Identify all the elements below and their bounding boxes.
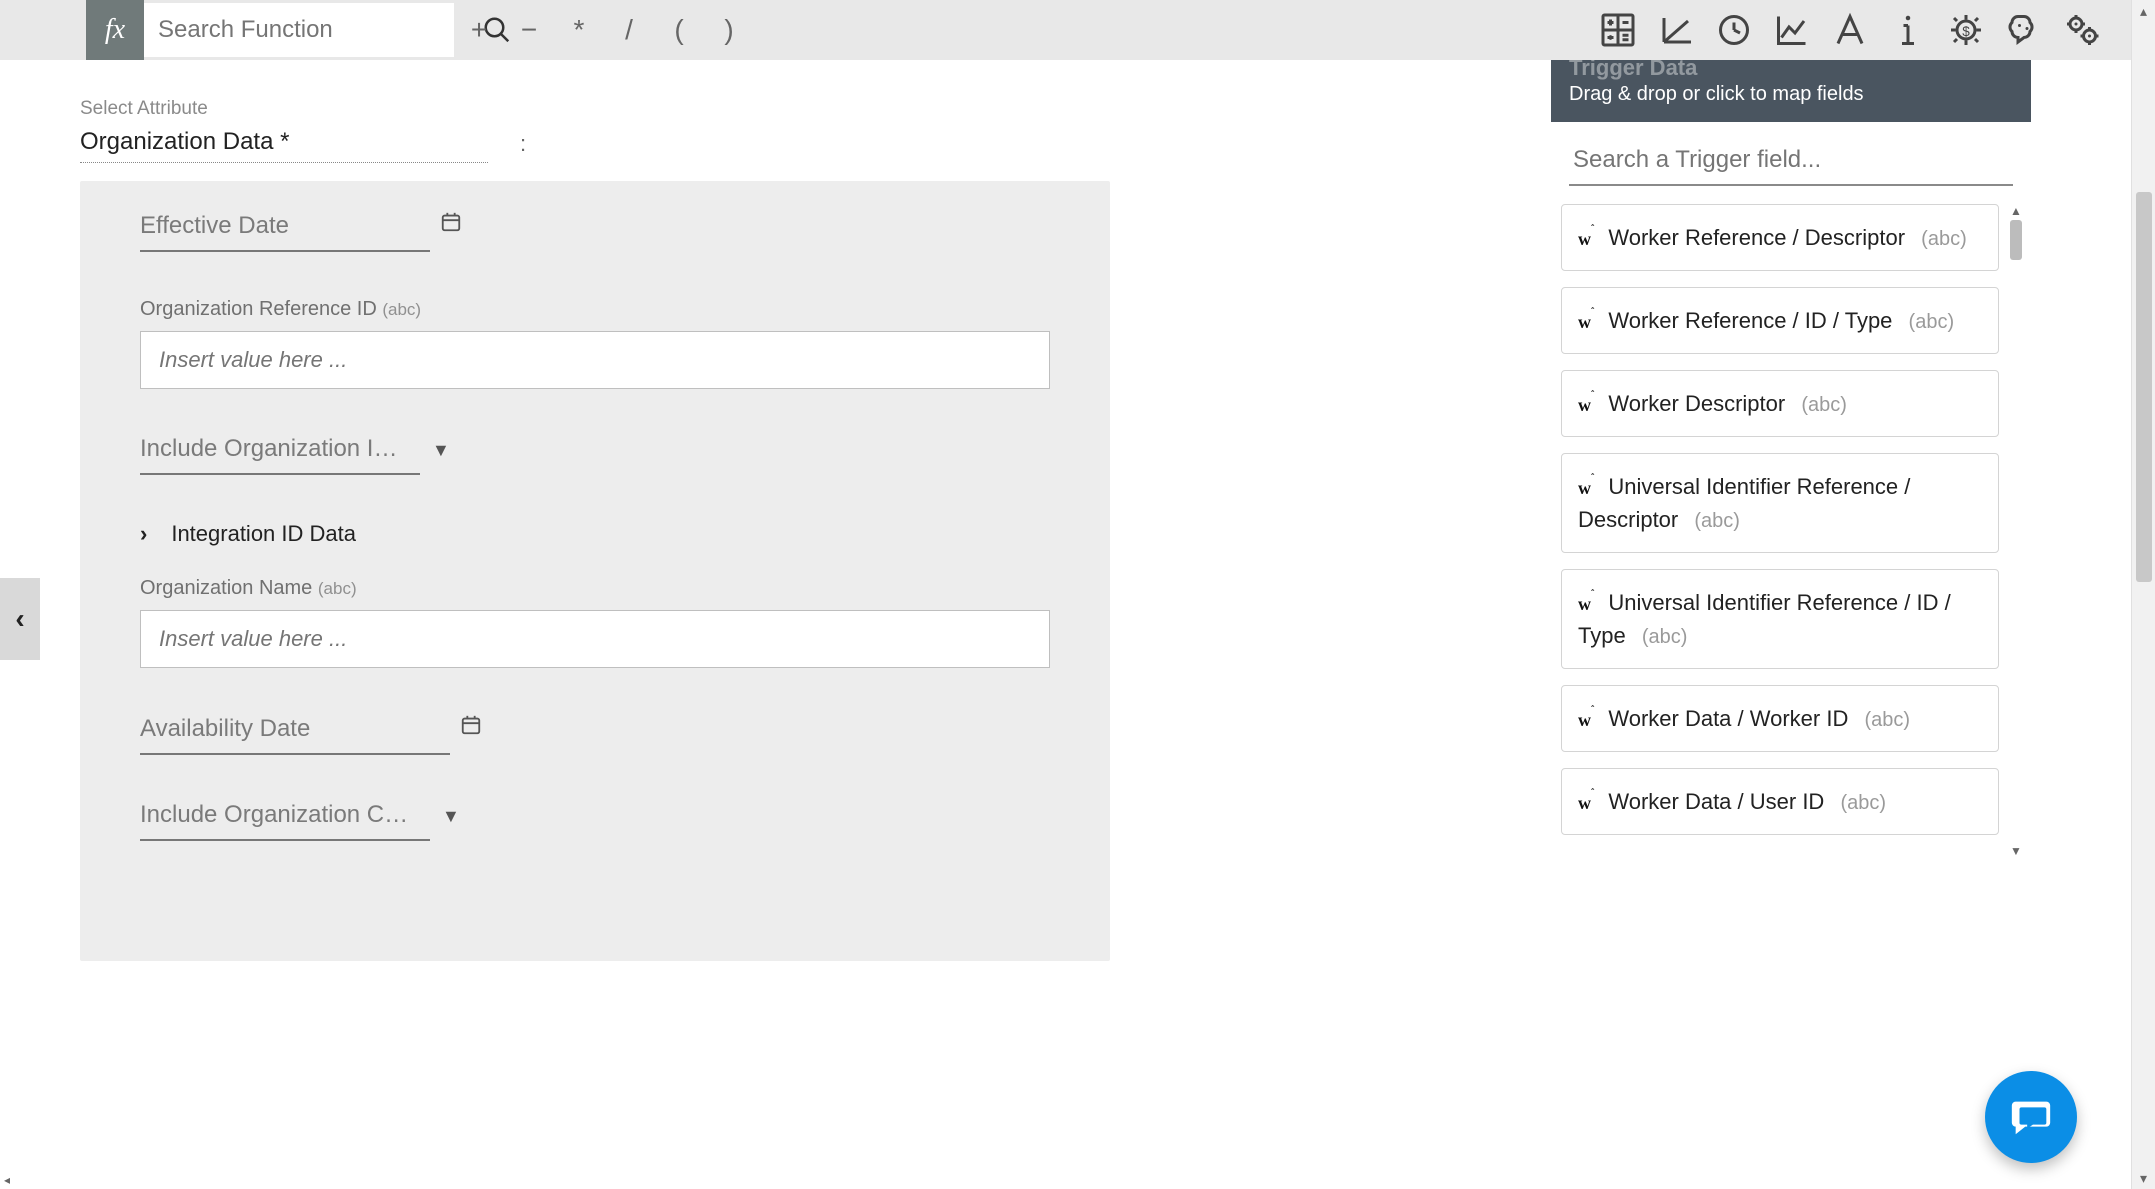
scroll-down-icon[interactable]: ▾ bbox=[2140, 1167, 2147, 1189]
attribute-name[interactable]: Organization Data * bbox=[80, 128, 488, 163]
trigger-field[interactable]: wˆUniversal Identifier Reference / ID / … bbox=[1561, 569, 1999, 669]
trigger-field[interactable]: wˆWorker Descriptor (abc) bbox=[1561, 370, 1999, 437]
trigger-title: Trigger Data bbox=[1569, 60, 2013, 81]
availability-date-label: Availability Date bbox=[140, 715, 450, 755]
chart-icon[interactable] bbox=[1763, 0, 1821, 60]
op-slash[interactable]: / bbox=[604, 0, 654, 60]
effective-date-label: Effective Date bbox=[140, 212, 430, 252]
chevron-left-icon: ‹ bbox=[15, 603, 24, 635]
text-a-icon[interactable] bbox=[1821, 0, 1879, 60]
toolbar-left-gap bbox=[0, 0, 86, 60]
trigger-subtitle: Drag & drop or click to map fields bbox=[1569, 83, 2013, 106]
op-minus[interactable]: − bbox=[504, 0, 554, 60]
trigger-field[interactable]: wˆWorker Data / Worker ID (abc) bbox=[1561, 685, 1999, 752]
gears-icon[interactable] bbox=[2053, 0, 2111, 60]
calendar-icon[interactable] bbox=[460, 714, 482, 755]
trigger-header: Trigger Data Drag & drop or click to map… bbox=[1551, 60, 2031, 122]
brain-icon[interactable] bbox=[1995, 0, 2053, 60]
search-function-input[interactable] bbox=[144, 16, 482, 44]
info-icon[interactable] bbox=[1879, 0, 1937, 60]
chevron-right-icon: › bbox=[140, 521, 147, 547]
trigger-field[interactable]: wˆWorker Reference / ID / Type (abc) bbox=[1561, 287, 1999, 354]
org-ref-id-input[interactable] bbox=[140, 331, 1050, 389]
scroll-up-icon[interactable]: ▴ bbox=[2140, 0, 2147, 22]
org-name-label: Organization Name (abc) bbox=[140, 577, 1060, 600]
search-function-box bbox=[144, 3, 454, 57]
h-scroll-left-icon[interactable]: ◂ bbox=[0, 1171, 14, 1189]
org-name-input[interactable] bbox=[140, 610, 1050, 668]
scroll-up-icon[interactable]: ▲ bbox=[2010, 204, 2022, 220]
integration-id-data-label: Integration ID Data bbox=[171, 521, 356, 547]
chevron-down-icon: ▼ bbox=[442, 806, 460, 841]
calendar-icon[interactable] bbox=[440, 211, 462, 252]
op-lparen[interactable]: ( bbox=[654, 0, 704, 60]
form-panel: Effective Date Organization Reference ID… bbox=[80, 181, 1110, 961]
trigger-scrollbar[interactable]: ▲ ▼ bbox=[2005, 204, 2027, 860]
trigger-list-wrap: wˆWorker Reference / Descriptor (abc) wˆ… bbox=[1551, 204, 2031, 860]
angle-icon[interactable] bbox=[1647, 0, 1705, 60]
include-org-code-label: Include Organization C… bbox=[140, 801, 430, 841]
include-org-id-label: Include Organization I… bbox=[140, 435, 420, 475]
trigger-search-input[interactable] bbox=[1569, 122, 2013, 186]
collapse-handle[interactable]: ‹ bbox=[0, 578, 40, 660]
op-plus[interactable]: + bbox=[454, 0, 504, 60]
currency-idea-icon[interactable]: $ bbox=[1937, 0, 1995, 60]
math-grid-icon[interactable] bbox=[1589, 0, 1647, 60]
trigger-field[interactable]: wˆWorker Reference / Descriptor (abc) bbox=[1561, 204, 1999, 271]
op-rparen[interactable]: ) bbox=[704, 0, 754, 60]
scroll-down-icon[interactable]: ▼ bbox=[2010, 844, 2022, 860]
attribute-colon: : bbox=[520, 131, 526, 163]
scroll-thumb[interactable] bbox=[2010, 220, 2022, 260]
fx-badge[interactable]: fx bbox=[86, 0, 144, 60]
clock-icon[interactable] bbox=[1705, 0, 1763, 60]
trigger-panel: Trigger Data Drag & drop or click to map… bbox=[1551, 60, 2031, 860]
page: fx + − * / ( ) bbox=[0, 0, 2131, 1189]
scroll-track[interactable] bbox=[2132, 22, 2155, 1167]
effective-date-field[interactable]: Effective Date bbox=[140, 211, 1060, 252]
trigger-list: wˆWorker Reference / Descriptor (abc) wˆ… bbox=[1561, 204, 1999, 860]
formula-toolbar: fx + − * / ( ) bbox=[0, 0, 2131, 60]
scroll-thumb[interactable] bbox=[2136, 192, 2152, 582]
org-ref-id-label: Organization Reference ID (abc) bbox=[140, 298, 1060, 321]
include-org-code-dropdown[interactable]: Include Organization C… ▼ bbox=[140, 801, 1060, 841]
op-star[interactable]: * bbox=[554, 0, 604, 60]
availability-date-field[interactable]: Availability Date bbox=[140, 714, 1060, 755]
svg-text:$: $ bbox=[1962, 24, 1970, 39]
chevron-down-icon: ▼ bbox=[432, 440, 450, 475]
trigger-field[interactable]: wˆUniversal Identifier Reference / Descr… bbox=[1561, 453, 1999, 553]
window-scrollbar[interactable]: ▴ ▾ bbox=[2131, 0, 2155, 1189]
scroll-track[interactable] bbox=[2005, 220, 2027, 844]
chat-button[interactable] bbox=[1985, 1071, 2077, 1163]
include-org-id-dropdown[interactable]: Include Organization I… ▼ bbox=[140, 435, 1060, 475]
integration-id-data-row[interactable]: › Integration ID Data bbox=[140, 521, 1060, 547]
trigger-field[interactable]: wˆWorker Data / User ID (abc) bbox=[1561, 768, 1999, 835]
